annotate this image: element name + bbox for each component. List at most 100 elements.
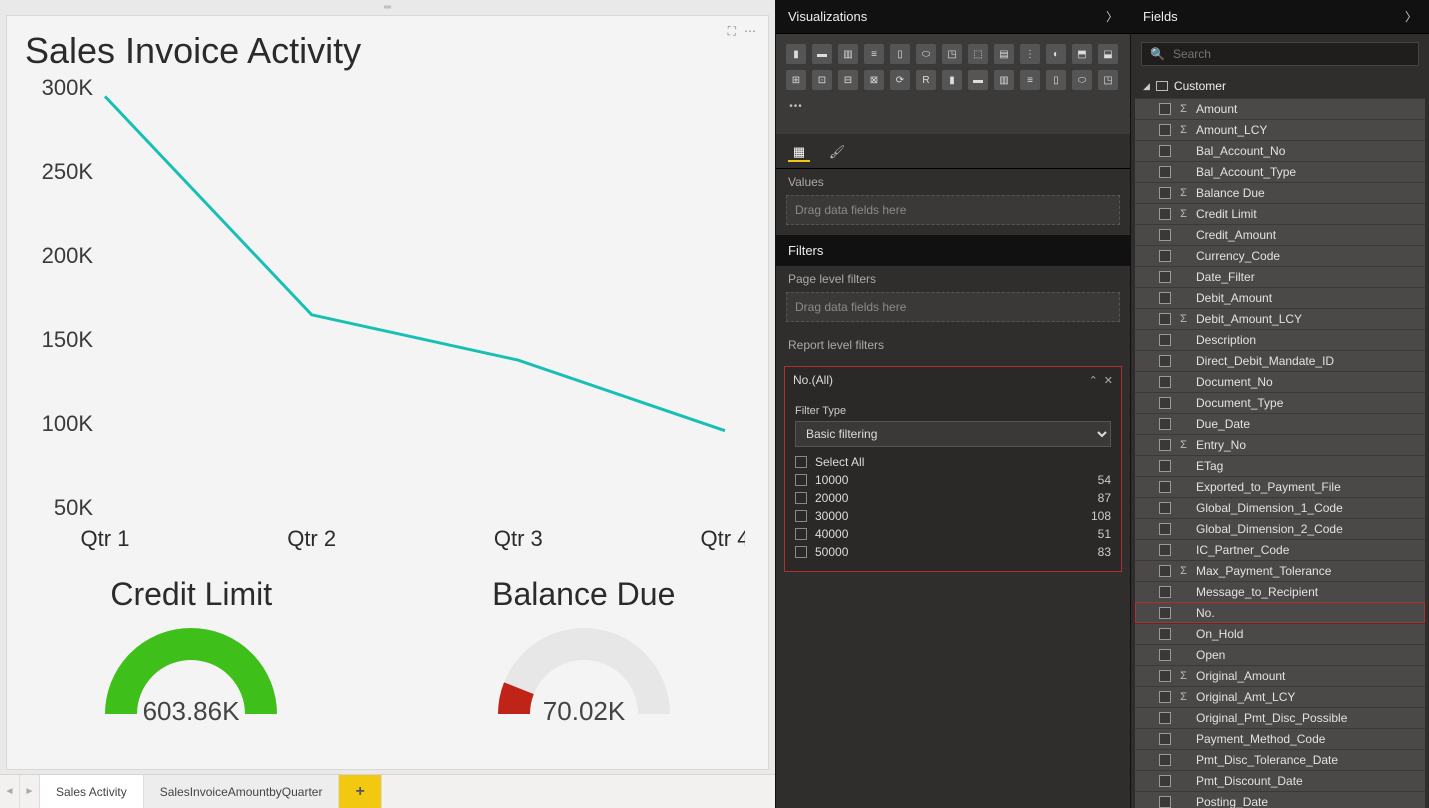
- viz-type-icon[interactable]: ⬒: [1072, 44, 1092, 64]
- viz-type-icon[interactable]: ◐: [1046, 44, 1066, 64]
- viz-type-icon[interactable]: R: [916, 70, 936, 90]
- checkbox-icon[interactable]: [1159, 229, 1171, 241]
- field-item[interactable]: Σ Credit Limit: [1135, 203, 1425, 224]
- more-options-icon[interactable]: ⋯: [744, 24, 756, 39]
- viz-type-icon[interactable]: ▬: [812, 44, 832, 64]
- field-item[interactable]: Payment_Method_Code: [1135, 728, 1425, 749]
- field-item[interactable]: Debit_Amount: [1135, 287, 1425, 308]
- checkbox-icon[interactable]: [1159, 397, 1171, 409]
- field-item[interactable]: Σ Max_Payment_Tolerance: [1135, 560, 1425, 581]
- field-item[interactable]: Pmt_Discount_Date: [1135, 770, 1425, 791]
- checkbox-icon[interactable]: [1159, 271, 1171, 283]
- checkbox-icon[interactable]: [1159, 586, 1171, 598]
- field-item[interactable]: No.: [1135, 602, 1425, 623]
- focus-mode-icon[interactable]: ⛶: [728, 24, 736, 39]
- field-item[interactable]: IC_Partner_Code: [1135, 539, 1425, 560]
- viz-type-icon[interactable]: ⊠: [864, 70, 884, 90]
- field-item[interactable]: Σ Original_Amt_LCY: [1135, 686, 1425, 707]
- fields-header[interactable]: Fields 〉: [1131, 0, 1429, 34]
- checkbox-icon[interactable]: [1159, 208, 1171, 220]
- tab-next-button[interactable]: ►: [20, 775, 40, 808]
- viz-type-icon[interactable]: ⋮: [1020, 44, 1040, 64]
- page-tab[interactable]: SalesInvoiceAmountbyQuarter: [144, 775, 340, 808]
- checkbox-icon[interactable]: [1159, 544, 1171, 556]
- field-item[interactable]: Global_Dimension_2_Code: [1135, 518, 1425, 539]
- viz-type-icon[interactable]: ⊟: [838, 70, 858, 90]
- tab-prev-button[interactable]: ◄: [0, 775, 20, 808]
- checkbox-icon[interactable]: [795, 546, 807, 558]
- field-item[interactable]: Direct_Debit_Mandate_ID: [1135, 350, 1425, 371]
- visualizations-header[interactable]: Visualizations 〉: [776, 0, 1130, 34]
- checkbox-icon[interactable]: [1159, 376, 1171, 388]
- viz-type-icon[interactable]: ⬭: [916, 44, 936, 64]
- fields-well-tab[interactable]: ▦: [788, 144, 810, 162]
- viz-type-icon[interactable]: ▯: [890, 44, 910, 64]
- checkbox-icon[interactable]: [795, 456, 807, 468]
- checkbox-icon[interactable]: [795, 492, 807, 504]
- filter-value-row[interactable]: 10000 54: [795, 471, 1111, 489]
- viz-type-icon[interactable]: ▥: [838, 44, 858, 64]
- viz-type-icon[interactable]: ⊞: [786, 70, 806, 90]
- field-item[interactable]: Document_No: [1135, 371, 1425, 392]
- viz-type-icon[interactable]: ◳: [1098, 70, 1118, 90]
- field-item[interactable]: Date_Filter: [1135, 266, 1425, 287]
- remove-filter-icon[interactable]: ✕: [1104, 374, 1113, 387]
- field-item[interactable]: Σ Amount: [1135, 98, 1425, 119]
- checkbox-icon[interactable]: [1159, 712, 1171, 724]
- viz-more-icon[interactable]: •••: [786, 96, 806, 116]
- page-tab[interactable]: Sales Activity: [40, 775, 144, 808]
- checkbox-icon[interactable]: [1159, 628, 1171, 640]
- table-node-customer[interactable]: ◢ Customer: [1135, 74, 1425, 98]
- checkbox-icon[interactable]: [1159, 145, 1171, 157]
- field-item[interactable]: Original_Pmt_Disc_Possible: [1135, 707, 1425, 728]
- viz-type-icon[interactable]: ≡: [864, 44, 884, 64]
- checkbox-icon[interactable]: [1159, 124, 1171, 136]
- viz-type-icon[interactable]: ⊡: [812, 70, 832, 90]
- field-item[interactable]: Due_Date: [1135, 413, 1425, 434]
- field-item[interactable]: Σ Amount_LCY: [1135, 119, 1425, 140]
- filter-value-row[interactable]: 30000 108: [795, 507, 1111, 525]
- viz-type-icon[interactable]: ⬓: [1098, 44, 1118, 64]
- canvas-drag-handle[interactable]: ═: [0, 0, 775, 15]
- field-item[interactable]: ETag: [1135, 455, 1425, 476]
- checkbox-icon[interactable]: [1159, 313, 1171, 325]
- field-item[interactable]: Σ Balance Due: [1135, 182, 1425, 203]
- field-item[interactable]: Σ Original_Amount: [1135, 665, 1425, 686]
- checkbox-icon[interactable]: [795, 474, 807, 486]
- checkbox-icon[interactable]: [1159, 775, 1171, 787]
- fields-search-input[interactable]: [1173, 47, 1410, 61]
- checkbox-icon[interactable]: [795, 528, 807, 540]
- checkbox-icon[interactable]: [1159, 187, 1171, 199]
- page-filters-drop-zone[interactable]: Drag data fields here: [786, 292, 1120, 322]
- fields-search-box[interactable]: 🔍: [1141, 42, 1419, 66]
- filter-value-row[interactable]: 20000 87: [795, 489, 1111, 507]
- field-item[interactable]: Message_to_Recipient: [1135, 581, 1425, 602]
- checkbox-icon[interactable]: [1159, 355, 1171, 367]
- checkbox-icon[interactable]: [1159, 166, 1171, 178]
- field-item[interactable]: Pmt_Disc_Tolerance_Date: [1135, 749, 1425, 770]
- viz-type-icon[interactable]: ▥: [994, 70, 1014, 90]
- add-page-button[interactable]: +: [339, 775, 381, 808]
- format-tab[interactable]: 🖌: [826, 144, 848, 162]
- filter-type-select[interactable]: Basic filtering: [795, 421, 1111, 447]
- checkbox-icon[interactable]: [1159, 103, 1171, 115]
- report-page[interactable]: ⛶ ⋯ Sales Invoice Activity 300K250K200K1…: [6, 15, 769, 770]
- filter-select-all-row[interactable]: Select All: [795, 453, 1111, 471]
- checkbox-icon[interactable]: [1159, 439, 1171, 451]
- checkbox-icon[interactable]: [1159, 523, 1171, 535]
- viz-type-icon[interactable]: ▮: [942, 70, 962, 90]
- viz-type-icon[interactable]: ⟳: [890, 70, 910, 90]
- checkbox-icon[interactable]: [1159, 418, 1171, 430]
- checkbox-icon[interactable]: [1159, 481, 1171, 493]
- checkbox-icon[interactable]: [1159, 754, 1171, 766]
- gauge-0[interactable]: Credit Limit 603.86K: [91, 576, 291, 732]
- gauge-1[interactable]: Balance Due 70.02K: [484, 576, 684, 732]
- collapse-filter-icon[interactable]: ⌃: [1089, 374, 1098, 387]
- field-item[interactable]: Global_Dimension_1_Code: [1135, 497, 1425, 518]
- viz-type-icon[interactable]: ▯: [1046, 70, 1066, 90]
- report-filter-card[interactable]: No.(All) ⌃ ✕ Filter Type Basic filtering…: [784, 366, 1122, 572]
- checkbox-icon[interactable]: [1159, 565, 1171, 577]
- checkbox-icon[interactable]: [1159, 649, 1171, 661]
- checkbox-icon[interactable]: [795, 510, 807, 522]
- field-item[interactable]: Posting_Date: [1135, 791, 1425, 808]
